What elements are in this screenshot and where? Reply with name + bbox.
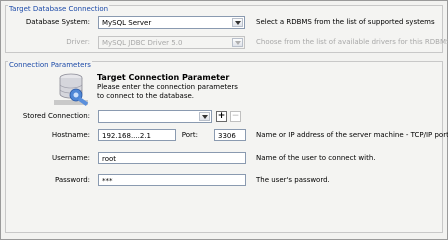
port-field[interactable]: 3306 — [214, 129, 246, 141]
stored-connection-label: Stored Connection: — [22, 112, 90, 120]
driver-label: Driver: — [66, 38, 90, 46]
database-system-label: Database System: — [25, 18, 90, 26]
port-value: 3306 — [218, 132, 236, 140]
database-system-help: Select a RDBMS from the list of supporte… — [256, 18, 435, 26]
hostname-label: Hostname: — [51, 131, 90, 139]
target-database-group: Target Database Connection Database Syst… — [5, 5, 448, 53]
add-connection-button[interactable]: + — [216, 111, 227, 122]
username-field[interactable]: root — [98, 152, 246, 164]
remove-connection-button[interactable]: − — [230, 111, 241, 122]
username-label: Username: — [51, 154, 90, 162]
connection-parameters-title: Connection Parameters — [8, 61, 92, 69]
hostname-field[interactable]: 192.168....2.1 — [98, 129, 176, 141]
database-system-value: MySQL Server — [102, 19, 152, 27]
driver-select[interactable]: MySQL JDBC Driver 5.0 — [98, 36, 245, 49]
stored-connection-select[interactable] — [98, 110, 212, 123]
chevron-down-icon[interactable] — [232, 18, 243, 27]
username-value: root — [102, 155, 117, 163]
username-help: Name of the user to connect with. — [256, 154, 376, 162]
database-connection-icon — [52, 70, 94, 108]
target-database-title: Target Database Connection — [8, 5, 110, 13]
hostname-value: 192.168....2.1 — [102, 132, 151, 140]
connection-info: Please enter the connection parameters t… — [97, 83, 238, 100]
driver-help: Choose from the list of available driver… — [256, 38, 448, 46]
password-help: The user's password. — [256, 176, 330, 184]
database-system-select[interactable]: MySQL Server — [98, 16, 245, 29]
connection-heading: Target Connection Parameter — [97, 73, 230, 82]
password-field[interactable]: *** — [98, 174, 246, 186]
chevron-down-icon[interactable] — [199, 112, 210, 121]
connection-dialog: Target Database Connection Database Syst… — [0, 0, 448, 240]
port-label: Port: — [181, 131, 198, 139]
password-value: *** — [102, 177, 113, 185]
hostname-help: Name or IP address of the server machine… — [256, 131, 448, 139]
connection-parameters-group: Connection Parameters Target Connection … — [5, 61, 448, 233]
chevron-down-icon[interactable] — [232, 38, 243, 47]
driver-value: MySQL JDBC Driver 5.0 — [102, 39, 183, 47]
password-label: Password: — [54, 176, 90, 184]
